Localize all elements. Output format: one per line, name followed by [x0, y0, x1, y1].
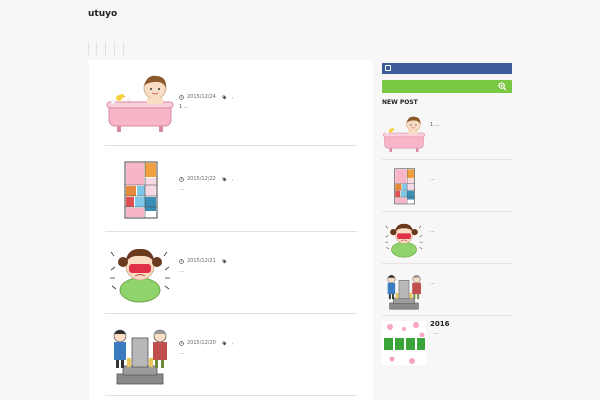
nav-item-4[interactable]	[115, 42, 124, 56]
post-excerpt: 1 …	[179, 104, 189, 110]
sidebar-post-item[interactable]: 1 …	[382, 110, 512, 160]
post-date: 2015/12/20	[187, 340, 216, 346]
tag-icon	[222, 95, 227, 100]
post-thumbnail-crying-girl[interactable]	[105, 240, 175, 306]
sidebar-post-text[interactable]: 1 …	[430, 122, 440, 128]
post-date: 2015/12/24	[187, 94, 216, 100]
sidebar-thumbnail-family-grave[interactable]	[382, 269, 426, 313]
nav-item-2[interactable]	[97, 42, 106, 56]
post-meta: 2015/12/21	[179, 258, 232, 264]
nav-item-3[interactable]	[106, 42, 115, 56]
sidebar-post-year[interactable]: 2016	[430, 320, 449, 328]
post-tags[interactable]: ,	[232, 340, 234, 346]
global-nav	[88, 42, 124, 56]
post-date: 2015/12/21	[187, 258, 216, 264]
sidebar-thumbnail-floorplan[interactable]	[382, 165, 426, 209]
clock-icon	[179, 341, 184, 346]
post-item[interactable]: 2015/12/20 , …	[105, 314, 357, 396]
post-meta: 2015/12/22 ,	[179, 176, 233, 182]
sidebar-thumbnail-crying-girl[interactable]	[382, 217, 426, 261]
post-item[interactable]: 2015/12/24 , 1 …	[105, 64, 357, 146]
clock-icon	[179, 259, 184, 264]
clock-icon	[179, 177, 184, 182]
post-tags[interactable]: ,	[232, 94, 234, 100]
post-excerpt: …	[179, 186, 184, 192]
sidebar-post-item[interactable]: 2016 …	[382, 318, 512, 368]
clock-icon	[179, 95, 184, 100]
tag-icon	[222, 259, 227, 264]
facebook-icon	[385, 65, 391, 71]
new-post-heading: NEW POST	[382, 99, 418, 106]
sidebar-post-text[interactable]: …	[434, 330, 439, 336]
search-icon[interactable]	[498, 82, 507, 91]
sidebar-thumbnail-setsubun[interactable]	[382, 321, 426, 365]
search-bar[interactable]	[382, 80, 512, 93]
sidebar-thumbnail-bathtub[interactable]	[382, 113, 426, 157]
site-header: utuyo	[0, 0, 600, 58]
facebook-bar[interactable]	[382, 63, 512, 74]
sidebar-post-item[interactable]: …	[382, 214, 512, 264]
sidebar-post-item[interactable]: …	[382, 266, 512, 316]
sidebar-post-text[interactable]: …	[430, 228, 435, 234]
post-list: 2015/12/24 , 1 … 2015/12/22 , … 2015/12/…	[89, 60, 373, 400]
post-thumbnail-floorplan[interactable]	[105, 158, 175, 224]
post-excerpt: …	[179, 268, 184, 274]
sidebar-post-text[interactable]: …	[430, 280, 435, 286]
post-thumbnail-family-grave[interactable]	[105, 322, 175, 388]
tag-icon	[222, 341, 227, 346]
nav-item-1[interactable]	[88, 42, 97, 56]
post-excerpt: …	[179, 350, 184, 356]
sidebar-post-text[interactable]: …	[430, 176, 435, 182]
post-date: 2015/12/22	[187, 176, 216, 182]
post-item[interactable]: 2015/12/21 …	[105, 232, 357, 314]
post-item[interactable]: 2015/12/22 , …	[105, 150, 357, 232]
post-thumbnail-bathtub[interactable]	[105, 72, 175, 138]
site-title[interactable]: utuyo	[88, 9, 117, 19]
sidebar-post-item[interactable]: …	[382, 162, 512, 212]
tag-icon	[222, 177, 227, 182]
post-meta: 2015/12/24 ,	[179, 94, 233, 100]
post-tags[interactable]: ,	[232, 176, 234, 182]
post-meta: 2015/12/20 ,	[179, 340, 233, 346]
